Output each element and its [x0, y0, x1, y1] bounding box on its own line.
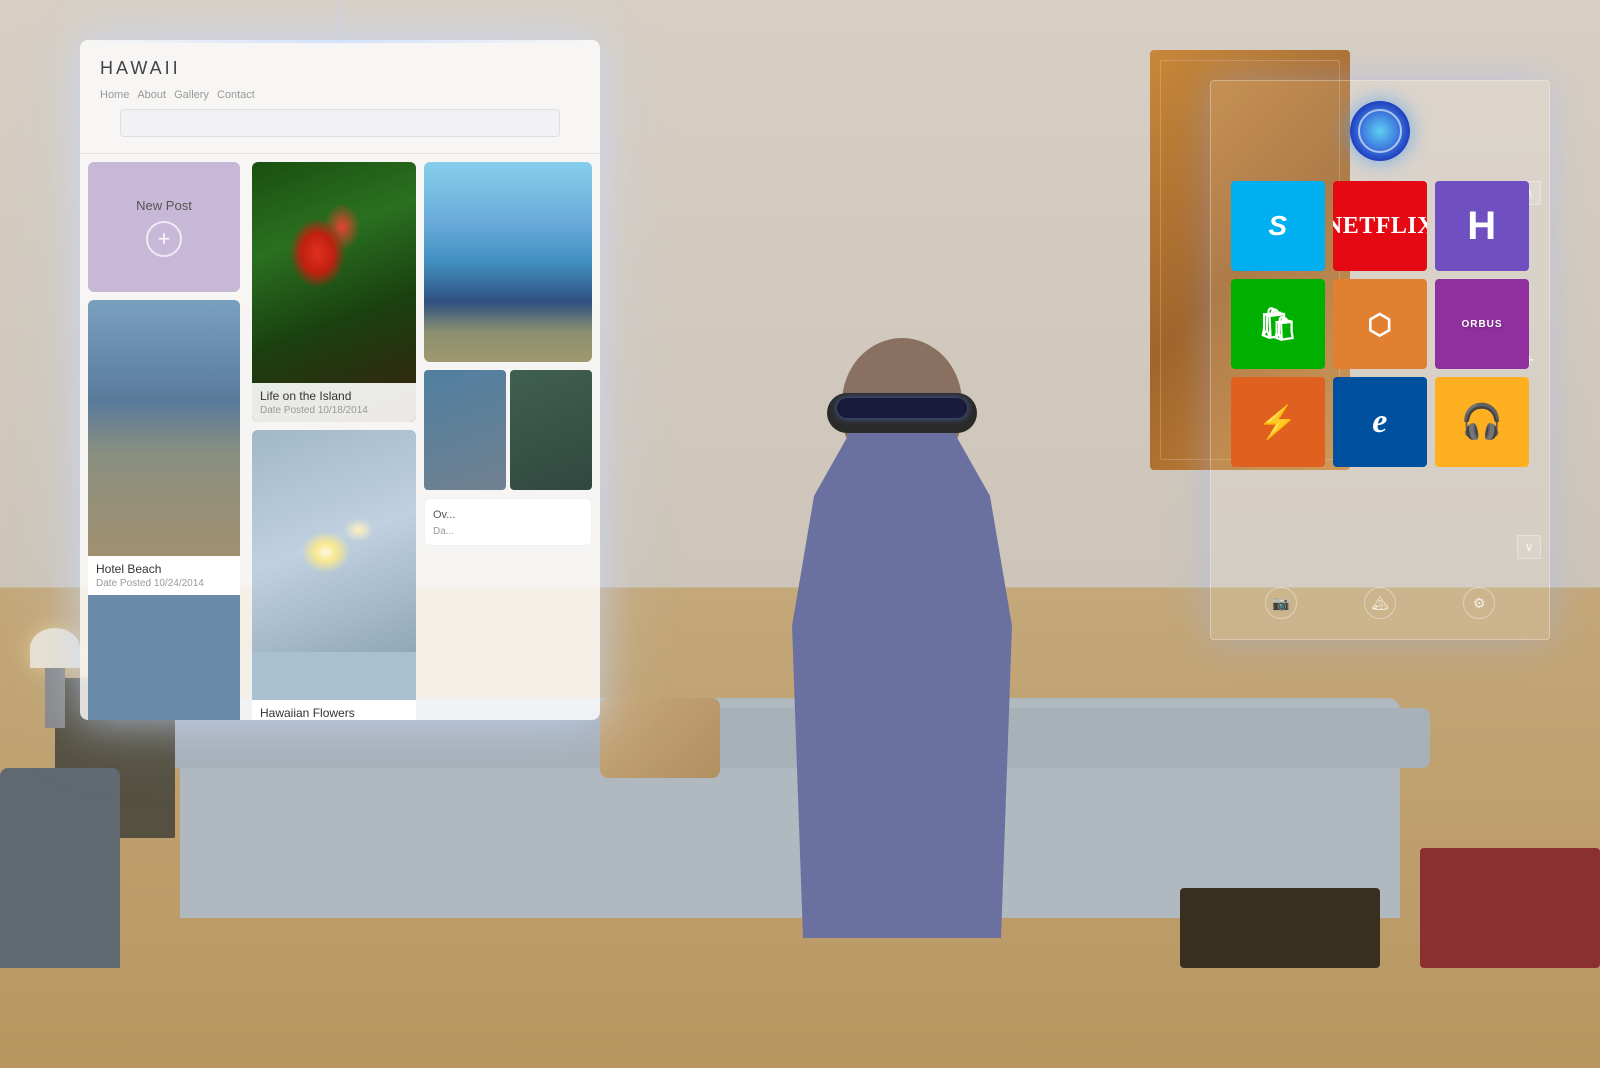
scroll-down-button[interactable]: ∨ [1517, 535, 1541, 559]
blog-panel-title: HAWAII [100, 58, 580, 79]
camera-icon-btn[interactable]: 📷 [1265, 587, 1297, 619]
hawaiian-flowers-title: Hawaiian Flowers [260, 706, 408, 720]
settings-icon-btn[interactable]: ⚙ [1463, 587, 1495, 619]
new-post-label: New Post [136, 198, 192, 213]
hawaiian-flowers-info: Hawaiian Flowers [252, 700, 416, 720]
island-info: Life on the Island Date Posted 10/18/201… [252, 383, 416, 422]
thumbnail-2[interactable] [510, 370, 592, 490]
lamp-shade [30, 628, 80, 668]
tile-skype[interactable]: S [1231, 181, 1325, 271]
tile-store[interactable]: 🛍 [1231, 279, 1325, 369]
column-right: Ov... Da... [420, 162, 592, 720]
new-post-card[interactable]: New Post + [88, 162, 240, 292]
person [732, 338, 1072, 938]
hotel-beach-date: Date Posted 10/24/2014 [96, 578, 232, 589]
chair-left [0, 768, 120, 968]
hololens-headset [827, 393, 977, 433]
island-card[interactable]: Life on the Island Date Posted 10/18/201… [252, 162, 416, 422]
column-middle: Life on the Island Date Posted 10/18/201… [248, 162, 420, 720]
new-post-icon: + [146, 221, 182, 257]
store-icon: 🛍 [1257, 305, 1298, 343]
nav-home[interactable]: Home [100, 87, 129, 103]
tiles-grid: S NETFLIX H 🛍 ⬡ ORBUS ⚡ e 🎧 [1231, 181, 1529, 467]
start-panel: ∧ + S NETFLIX H 🛍 ⬡ ORBUS ⚡ e 🎧 [1210, 80, 1550, 640]
ocean-card[interactable] [424, 162, 592, 362]
ie-icon: e [1372, 403, 1388, 441]
search-bar[interactable] [120, 109, 560, 137]
coffee-table [1180, 888, 1380, 968]
cortana-circle[interactable] [1350, 101, 1410, 161]
blog-panel: HAWAII Home About Gallery Contact New Po… [80, 40, 600, 720]
plumeria-image [252, 430, 416, 652]
netflix-icon: NETFLIX [1333, 213, 1427, 240]
column-left: New Post + Hotel Beach Date Posted 10/24… [88, 162, 248, 720]
panel-content: New Post + Hotel Beach Date Posted 10/24… [80, 154, 600, 720]
tile-internet-explorer[interactable]: e [1333, 377, 1427, 467]
holographic-icon: H [1467, 204, 1496, 249]
post-text-date: Da... [433, 526, 583, 537]
nav-contact[interactable]: Contact [217, 87, 255, 103]
orbus-label: ORBUS [1461, 319, 1502, 330]
nav-gallery[interactable]: Gallery [174, 87, 209, 103]
post-text-card: Ov... Da... [424, 498, 592, 546]
panel-header: HAWAII Home About Gallery Contact [80, 40, 600, 154]
tile-holographic[interactable]: H [1435, 181, 1529, 271]
desk-lamp [30, 628, 80, 728]
ottoman [1420, 848, 1600, 968]
tile-game[interactable]: ⬡ [1333, 279, 1427, 369]
island-date: Date Posted 10/18/2014 [260, 405, 408, 416]
hawaiian-flowers-card[interactable]: Hawaiian Flowers [252, 430, 416, 720]
ocean-image [424, 162, 592, 362]
panel-nav: Home About Gallery Contact [100, 87, 580, 103]
hotel-beach-title: Hotel Beach [96, 562, 232, 576]
hotel-beach-card[interactable]: Hotel Beach Date Posted 10/24/2014 [88, 300, 240, 720]
onsight-icon: ⚡ [1258, 403, 1298, 441]
couch-pillow [600, 698, 720, 778]
hotel-beach-info: Hotel Beach Date Posted 10/24/2014 [88, 556, 240, 595]
thumbnail-1[interactable] [424, 370, 506, 490]
arm-raised [846, 570, 998, 773]
photo-icon-btn[interactable]: 🏔 [1364, 587, 1396, 619]
nav-about[interactable]: About [137, 87, 166, 103]
person-body [792, 418, 1012, 938]
tile-orbus[interactable]: ORBUS [1435, 279, 1529, 369]
island-title: Life on the Island [260, 389, 408, 403]
game-icon: ⬡ [1368, 308, 1393, 341]
post-text: Ov... [433, 507, 583, 524]
tile-music[interactable]: 🎧 [1435, 377, 1529, 467]
tile-onsight[interactable]: ⚡ [1231, 377, 1325, 467]
tile-netflix[interactable]: NETFLIX [1333, 181, 1427, 271]
panel-bottom-bar: 📷 🏔 ⚙ [1231, 587, 1529, 619]
hotel-beach-image [88, 300, 240, 556]
music-icon: 🎧 [1461, 402, 1504, 442]
thumbnail-grid [424, 370, 592, 490]
lamp-base [45, 668, 65, 728]
suspension-wire [339, 0, 341, 40]
skype-icon: S [1268, 210, 1287, 242]
